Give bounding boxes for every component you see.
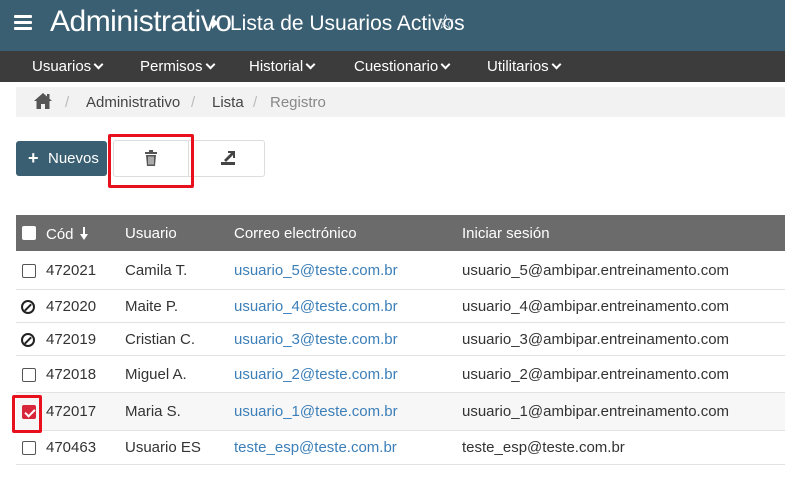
cell-login: usuario_2@ambipar.entreinamento.com [462,366,730,383]
breadcrumb: / Administrativo / Lista / Registro [16,87,785,117]
cell-login: usuario_3@ambipar.entreinamento.com [462,331,730,348]
row-checkbox[interactable] [22,368,36,382]
menu-item-historial[interactable]: Historial [249,58,316,75]
row-checkbox[interactable] [22,264,36,278]
cell-email-link[interactable]: usuario_2@teste.com.br [234,366,398,383]
breadcrumb-item-lista[interactable]: Lista [212,94,244,111]
delete-button[interactable] [114,141,189,176]
cell-user: Cristian C. [125,331,196,348]
star-outline-icon[interactable]: ☆ [436,10,455,35]
cell-email-link[interactable]: usuario_3@teste.com.br [234,331,398,348]
breadcrumb-separator: / [65,94,70,111]
hamburger-menu-icon[interactable] [14,15,32,31]
row-checkbox[interactable] [22,405,36,419]
blocked-icon [21,333,35,347]
table-row[interactable]: 472017 Maria S. usuario_1@teste.com.br usua… [16,393,785,431]
page-title: Lista de Usuarios Activos [230,12,465,35]
menu-item-cuestionario[interactable]: Cuestionario [354,58,451,75]
table-row[interactable]: 470463 Usuario ES teste_esp@teste.com.br te… [16,431,785,465]
cell-code: 472019 [46,331,97,348]
app-header: Administrativo Lista de Usuarios Activos… [0,0,785,51]
breadcrumb-item-registro: Registro [270,94,326,111]
new-button[interactable]: + Nuevos [16,141,107,176]
table-row[interactable]: 472018 Miguel A. usuario_2@teste.com.br usu… [16,356,785,393]
table-row[interactable]: 472021 Camila T. usuario_5@teste.com.br usu… [16,251,785,290]
column-header-login[interactable]: Iniciar sesión [462,225,550,242]
app-title[interactable]: Administrativo [50,5,232,39]
plus-icon: + [28,148,39,168]
select-all-checkbox[interactable] [22,226,36,240]
cell-login: usuario_5@ambipar.entreinamento.com [462,262,730,279]
cell-code: 472017 [46,403,97,420]
main-menu-bar: Usuarios Permisos Historial Cuestionario… [0,51,785,82]
table-row[interactable]: 472020 Maite P. usuario_4@teste.com.br usua… [16,290,785,323]
new-button-label: Nuevos [48,150,99,167]
table-row[interactable]: 472019 Cristian C. usuario_3@teste.com.br u… [16,323,785,356]
trash-icon [145,150,157,166]
action-button-group [113,140,265,177]
cell-email-link[interactable]: usuario_4@teste.com.br [234,298,398,315]
export-icon [221,151,235,165]
chevron-down-icon [205,59,215,70]
cell-login: teste_esp@teste.com.br [462,439,625,456]
caret-right-icon [212,17,218,29]
cell-user: Usuario ES [125,439,201,456]
sort-down-icon [79,227,89,241]
table-header: Cód Usuario Correo electrónico Iniciar s… [16,215,785,251]
chevron-down-icon [93,59,104,70]
column-header-user[interactable]: Usuario [125,225,177,242]
menu-item-permisos[interactable]: Permisos [140,58,215,75]
cell-user: Maite P. [125,298,179,315]
chevron-down-icon [440,59,451,70]
blocked-icon [21,300,35,314]
cell-email-link[interactable]: usuario_1@teste.com.br [234,403,398,420]
chevron-down-icon [305,59,316,70]
cell-email-link[interactable]: teste_esp@teste.com.br [234,439,397,456]
breadcrumb-separator: / [191,94,196,111]
cell-login: usuario_1@ambipar.entreinamento.com [462,403,730,420]
cell-code: 472020 [46,298,97,315]
cell-login: usuario_4@ambipar.entreinamento.com [462,298,730,315]
cell-user: Camila T. [125,262,188,279]
menu-item-utilitarios[interactable]: Utilitarios [487,58,562,75]
cell-code: 472021 [46,262,97,279]
row-checkbox[interactable] [22,441,36,455]
chevron-down-icon [551,59,562,70]
cell-code: 470463 [46,439,97,456]
cell-code: 472018 [46,366,97,383]
cell-email-link[interactable]: usuario_5@teste.com.br [234,262,398,279]
menu-item-usuarios[interactable]: Usuarios [32,58,104,75]
column-header-code[interactable]: Cód [46,225,89,243]
cell-user: Miguel A. [125,366,187,383]
home-icon[interactable] [33,92,53,110]
column-header-email[interactable]: Correo electrónico [234,225,357,242]
breadcrumb-item-administrativo[interactable]: Administrativo [86,94,180,111]
export-button[interactable] [190,141,265,176]
breadcrumb-separator: / [253,94,258,111]
cell-user: Maria S. [125,403,181,420]
